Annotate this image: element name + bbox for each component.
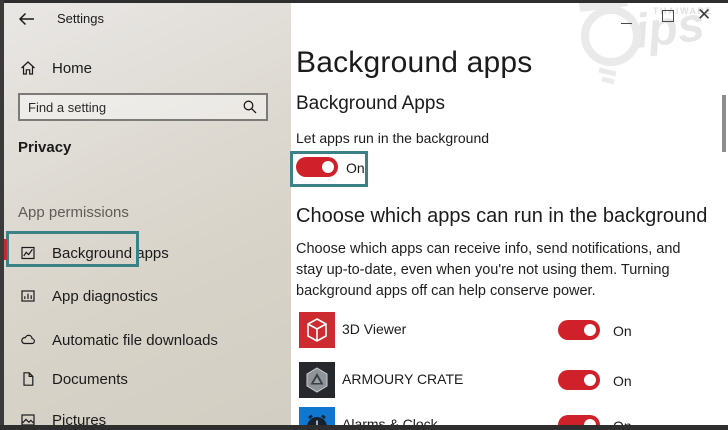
settings-sidebar: Settings Home Privacy App permissions Ba… — [4, 3, 291, 429]
cloud-icon — [21, 334, 35, 345]
privacy-heading: Privacy — [18, 139, 72, 156]
search-box — [18, 93, 268, 121]
screenshot-frame-left — [0, 0, 4, 430]
app-row-3d-viewer: 3D Viewer On — [299, 312, 639, 348]
hexagon-emblem-icon — [306, 367, 328, 393]
app-toggle-3d-viewer[interactable] — [558, 320, 600, 340]
background-apps-master-toggle[interactable] — [296, 157, 338, 177]
choose-section-description: Choose which apps can receive info, send… — [296, 241, 681, 299]
app-row-armoury-crate: ARMOURY CRATE On — [299, 362, 639, 398]
app-name: ARMOURY CRATE — [342, 371, 464, 387]
home-icon — [21, 61, 35, 75]
app-toggle-armoury-crate[interactable] — [558, 370, 600, 390]
toggle-caption: Let apps run in the background — [296, 130, 490, 146]
maximize-button[interactable] — [662, 10, 674, 22]
annotation-highlight-sidebar — [6, 231, 139, 267]
sidebar-item-home[interactable]: Home — [20, 58, 92, 78]
minimize-button[interactable] — [620, 8, 634, 24]
sidebar-item-documents[interactable]: Documents — [20, 369, 128, 389]
document-icon — [23, 372, 34, 386]
screenshot-frame-bottom — [0, 425, 728, 430]
sidebar-item-app-diagnostics-label: App diagnostics — [52, 287, 158, 305]
armoury-crate-app-icon — [299, 362, 335, 398]
app-toggle-state: On — [613, 323, 632, 339]
page-title: Background apps — [296, 46, 533, 79]
app-title: Settings — [57, 11, 104, 26]
app-toggle-state: On — [613, 373, 632, 389]
3d-viewer-app-icon — [299, 312, 335, 348]
sidebar-item-automatic-file-downloads-label: Automatic file downloads — [52, 331, 218, 349]
app-name: 3D Viewer — [342, 321, 407, 337]
sidebar-item-automatic-file-downloads[interactable]: Automatic file downloads — [20, 330, 218, 350]
back-arrow-icon — [18, 12, 34, 26]
sidebar-item-home-label: Home — [52, 59, 93, 77]
sidebar-item-app-diagnostics[interactable]: App diagnostics — [20, 286, 158, 306]
cube-icon — [307, 318, 327, 342]
sidebar-item-documents-label: Documents — [52, 370, 128, 388]
app-diagnostics-icon — [21, 290, 35, 302]
background-apps-section-heading: Background Apps — [296, 93, 445, 114]
back-button[interactable] — [18, 11, 36, 27]
screenshot-frame-top — [0, 0, 728, 3]
scrollbar-thumb[interactable] — [722, 95, 726, 152]
choose-section-heading: Choose which apps can run in the backgro… — [296, 205, 708, 227]
app-permissions-heading: App permissions — [18, 204, 129, 221]
search-icon[interactable] — [242, 99, 258, 115]
close-button[interactable]: ✕ — [697, 5, 711, 25]
master-toggle-state: On — [346, 160, 365, 176]
search-input[interactable] — [28, 99, 242, 115]
